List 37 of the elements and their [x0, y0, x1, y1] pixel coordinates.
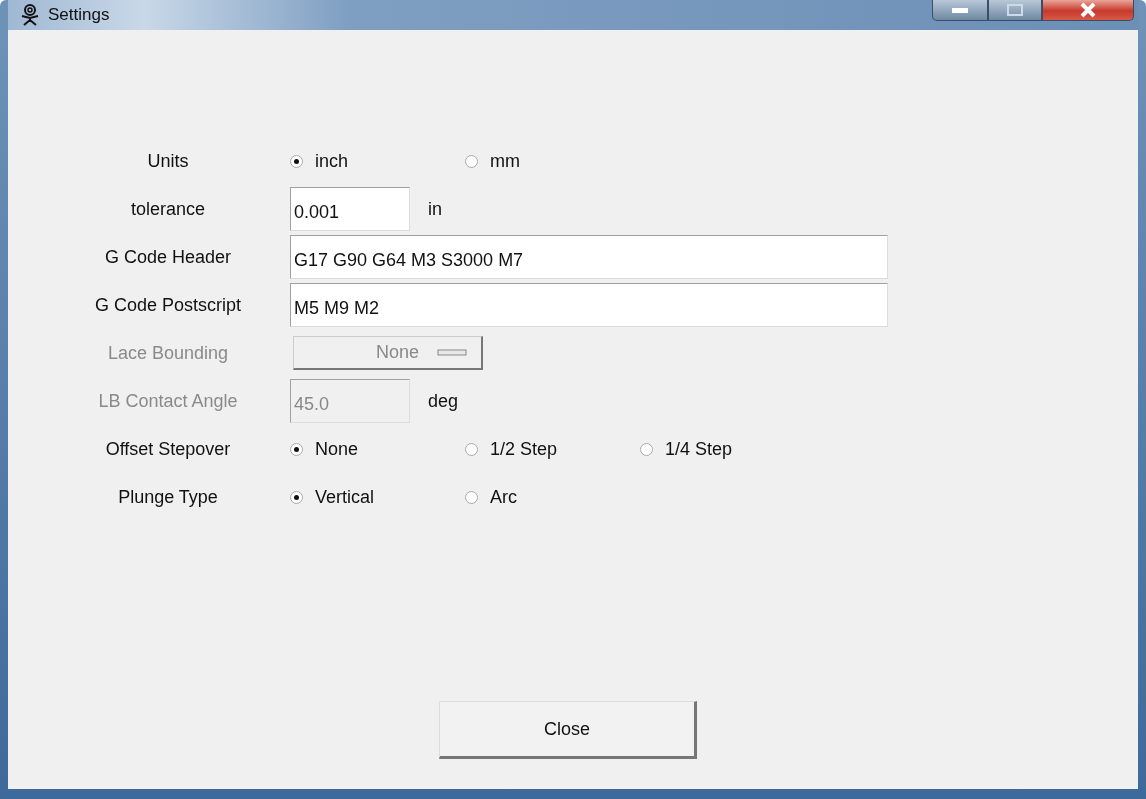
field-label: tolerance — [129, 198, 207, 220]
radio-button[interactable] — [290, 490, 303, 504]
radio-button[interactable] — [290, 154, 303, 168]
close-icon — [1079, 2, 1097, 18]
close-button[interactable]: Close — [439, 701, 697, 759]
maximize-icon — [1007, 4, 1023, 16]
text-field[interactable]: G17 G90 G64 M3 S3000 M7 — [290, 235, 888, 279]
field-label: Units — [146, 150, 190, 172]
minimize-icon — [951, 6, 969, 14]
maximize-button[interactable] — [988, 0, 1042, 21]
stick-figure-icon — [20, 4, 40, 26]
radio-option[interactable]: mm — [465, 150, 640, 172]
field-label: LB Contact Angle — [97, 390, 239, 412]
radio-button[interactable] — [465, 442, 478, 456]
radio-button[interactable] — [465, 490, 478, 504]
radio-option[interactable]: Arc — [465, 486, 640, 508]
radio-option[interactable]: 1/4 Step — [640, 438, 815, 460]
minimize-button[interactable] — [932, 0, 988, 21]
text-field[interactable]: 0.001 — [290, 187, 410, 231]
text-field[interactable]: M5 M9 M2 — [290, 283, 888, 327]
unit-label: in — [428, 198, 442, 220]
radio-option[interactable]: None — [290, 438, 465, 460]
field-label: Offset Stepover — [104, 438, 232, 460]
unit-label: deg — [428, 390, 459, 412]
radio-button[interactable] — [465, 154, 478, 168]
field-label: G Code Postscript — [93, 294, 243, 316]
window-title: Settings — [48, 5, 110, 25]
radio-button[interactable] — [640, 442, 653, 456]
field-label: Lace Bounding — [106, 342, 230, 364]
radio-option[interactable]: Vertical — [290, 486, 465, 508]
field-label: G Code Header — [103, 246, 233, 268]
close-window-button[interactable] — [1042, 0, 1134, 21]
dropdown-bar-icon — [437, 348, 467, 357]
radio-option[interactable]: 1/2 Step — [465, 438, 640, 460]
radio-button[interactable] — [290, 442, 303, 456]
radio-option[interactable]: inch — [290, 150, 465, 172]
field-label: Plunge Type — [117, 486, 219, 508]
